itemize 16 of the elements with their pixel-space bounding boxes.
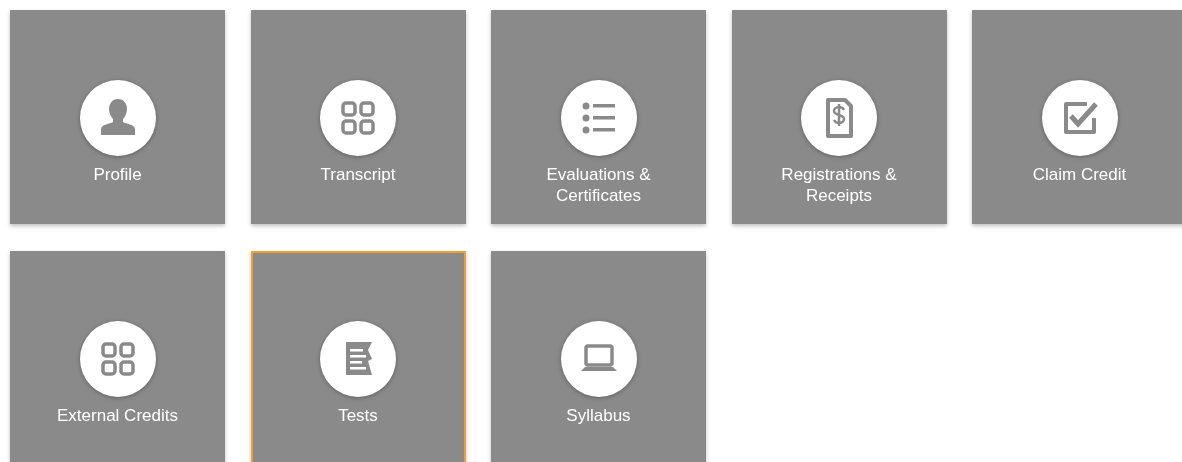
tile-button[interactable]: Syllabus [491,251,706,462]
dollar-document-icon [799,78,879,158]
checkbox-icon [1039,78,1120,158]
tile-button[interactable]: Tests [250,251,466,462]
tile-button[interactable]: Profile [10,10,225,224]
grid-icon [77,319,158,399]
tile-button[interactable]: Transcript [250,10,466,224]
document-icon [318,319,398,399]
person-icon [77,78,158,158]
laptop-icon [558,319,639,399]
tile-button[interactable]: Evaluations & Certificates [491,10,706,224]
grid-icon [318,78,398,158]
tile-button[interactable]: Claim Credit [972,10,1182,224]
tile-button[interactable]: External Credits [10,251,225,462]
list-icon [558,78,639,158]
tile-button[interactable]: Registrations & Receipts [731,10,947,224]
